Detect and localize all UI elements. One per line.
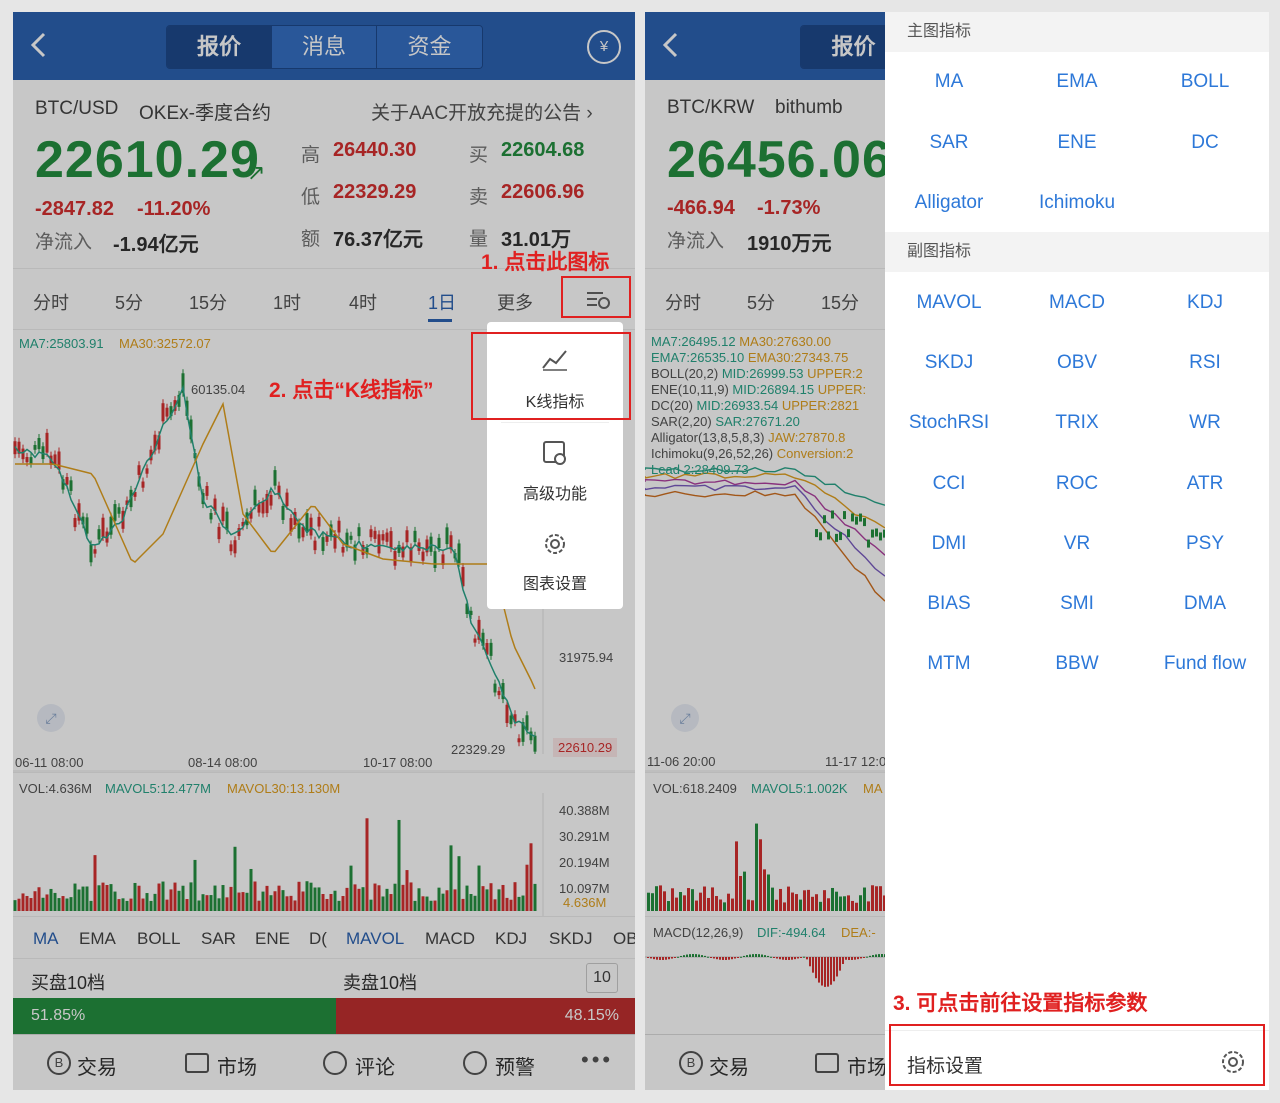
main-indicator-title: 主图指标 bbox=[885, 12, 1269, 52]
sub-ind-trix[interactable]: TRIX bbox=[1013, 412, 1141, 434]
highlight-box-icon bbox=[561, 276, 631, 318]
sub-ind-skdj[interactable]: SKDJ bbox=[885, 352, 1013, 374]
main-ind-ichimoku[interactable]: Ichimoku bbox=[1013, 192, 1141, 214]
main-ind-ene[interactable]: ENE bbox=[1013, 132, 1141, 154]
sub-ind-macd[interactable]: MACD bbox=[1013, 292, 1141, 314]
main-ind-ema[interactable]: EMA bbox=[1013, 71, 1141, 93]
main-ind-dc[interactable]: DC bbox=[1141, 132, 1269, 154]
sub-ind-fundflow[interactable]: Fund flow bbox=[1141, 653, 1269, 675]
sub-ind-bias[interactable]: BIAS bbox=[885, 593, 1013, 615]
sub-indicator-title: 副图指标 bbox=[885, 232, 1269, 272]
sub-ind-bbw[interactable]: BBW bbox=[1013, 653, 1141, 675]
sub-ind-cci[interactable]: CCI bbox=[885, 473, 1013, 495]
menu-chart-settings[interactable]: 图表设置 bbox=[487, 570, 623, 594]
main-ind-alligator[interactable]: Alligator bbox=[885, 192, 1013, 214]
main-ind-boll[interactable]: BOLL bbox=[1141, 71, 1269, 93]
indicator-panel: 主图指标 MA EMA BOLL SAR ENE DC Alligator Ic… bbox=[885, 12, 1269, 1090]
sub-ind-kdj[interactable]: KDJ bbox=[1141, 292, 1269, 314]
highlight-box-menu bbox=[471, 332, 631, 420]
highlight-box-settings bbox=[889, 1024, 1265, 1086]
sub-ind-vr[interactable]: VR bbox=[1013, 533, 1141, 555]
sub-ind-obv[interactable]: OBV bbox=[1013, 352, 1141, 374]
main-ind-ma[interactable]: MA bbox=[885, 71, 1013, 93]
sub-ind-mtm[interactable]: MTM bbox=[885, 653, 1013, 675]
sub-ind-roc[interactable]: ROC bbox=[1013, 473, 1141, 495]
sub-ind-stochrsi[interactable]: StochRSI bbox=[885, 412, 1013, 434]
main-ind-sar[interactable]: SAR bbox=[885, 132, 1013, 154]
sub-ind-wr[interactable]: WR bbox=[1141, 412, 1269, 434]
divider bbox=[501, 422, 609, 423]
sub-ind-smi[interactable]: SMI bbox=[1013, 593, 1141, 615]
sub-ind-dma[interactable]: DMA bbox=[1141, 593, 1269, 615]
annotation-step3: 3. 可点击前往设置指标参数 bbox=[893, 992, 1148, 1015]
sub-ind-dmi[interactable]: DMI bbox=[885, 533, 1013, 555]
left-screen: 报价 消息 资金 ¥ BTC/USD OKEx-季度合约 关于AAC开放充提的公… bbox=[13, 12, 635, 1090]
sub-ind-psy[interactable]: PSY bbox=[1141, 533, 1269, 555]
gear-icon bbox=[545, 534, 565, 554]
menu-advanced[interactable]: 高级功能 bbox=[487, 480, 623, 504]
annotation-step2: 2. 点击“K线指标” bbox=[269, 379, 434, 402]
sub-ind-atr[interactable]: ATR bbox=[1141, 473, 1269, 495]
sub-ind-rsi[interactable]: RSI bbox=[1141, 352, 1269, 374]
advanced-feature-icon bbox=[543, 441, 566, 465]
sub-ind-mavol[interactable]: MAVOL bbox=[885, 292, 1013, 314]
annotation-step1: 1. 点击此图标 bbox=[481, 251, 610, 274]
